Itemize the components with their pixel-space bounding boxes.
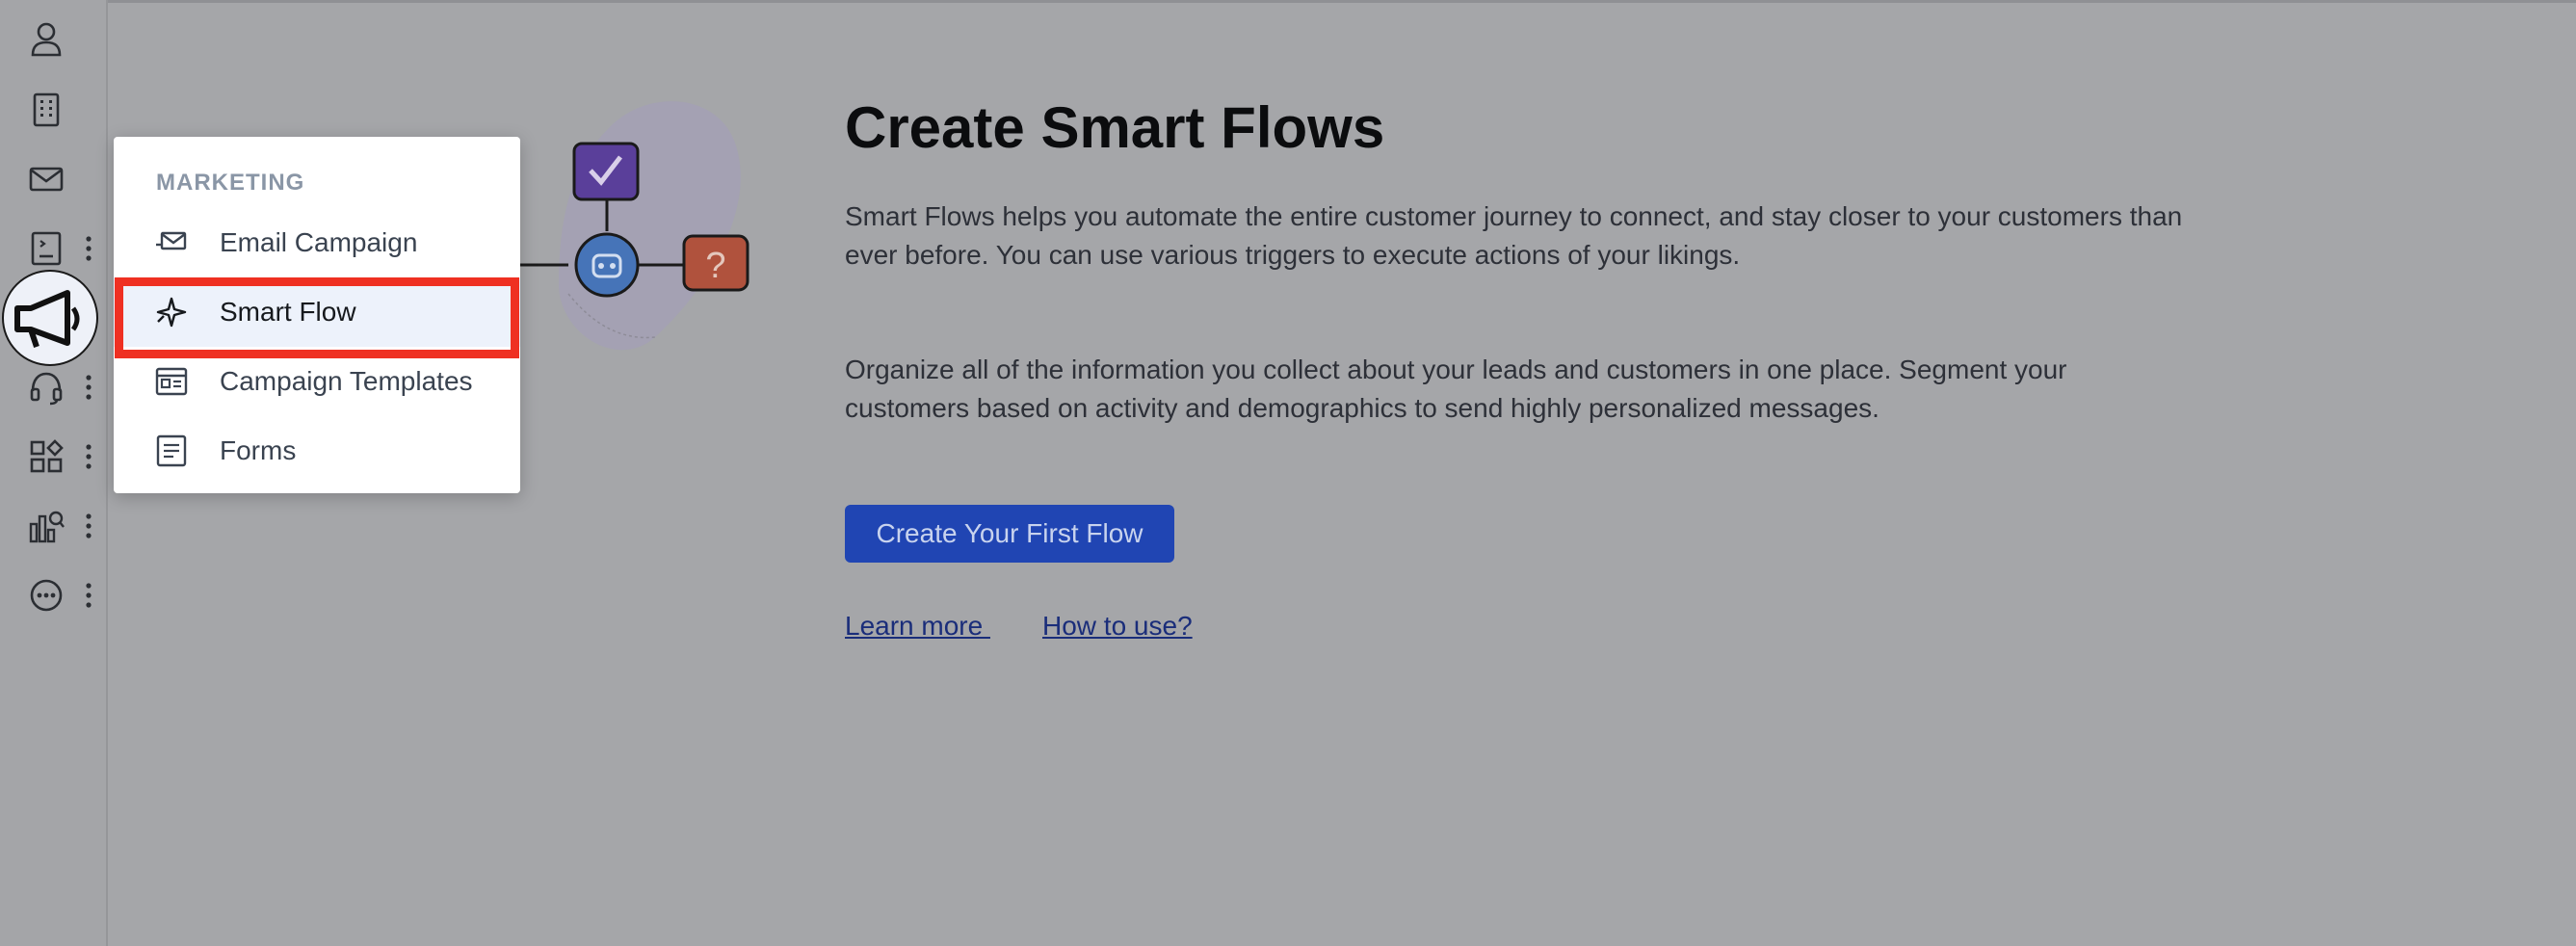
book-more-icon[interactable] — [83, 231, 94, 266]
headset-more-icon[interactable] — [83, 370, 94, 405]
description-paragraph-1: Smart Flows helps you automate the entir… — [845, 197, 2271, 275]
megaphone-icon — [14, 290, 80, 348]
analytics-more-icon[interactable] — [83, 509, 94, 543]
email-campaign-icon — [154, 225, 189, 260]
description-line: customers based on activity and demograp… — [845, 393, 1879, 423]
megaphone-button[interactable] — [2, 270, 98, 366]
headset-icon[interactable] — [27, 368, 66, 407]
menu-item-label: Campaign Templates — [220, 366, 473, 396]
more-icon[interactable] — [27, 576, 66, 615]
menu-header: MARKETING — [156, 170, 305, 196]
description-paragraph-2: Organize all of the information you coll… — [845, 351, 2271, 428]
description-line: Smart Flows helps you automate the entir… — [845, 201, 2183, 231]
how-to-use-link[interactable]: How to use? — [1042, 611, 1193, 642]
menu-item-label: Email Campaign — [220, 227, 418, 257]
description-line: Organize all of the information you coll… — [845, 355, 2067, 384]
sidebar — [0, 0, 108, 946]
building-icon[interactable] — [27, 91, 66, 129]
create-first-flow-button[interactable]: Create Your First Flow — [845, 505, 1174, 563]
learn-more-link[interactable]: Learn more — [845, 611, 990, 642]
svg-text:?: ? — [705, 246, 725, 286]
user-icon[interactable] — [27, 19, 66, 58]
smart-flow-illustration: ? — [501, 101, 749, 351]
mail-icon[interactable] — [27, 160, 66, 198]
menu-item-label: Forms — [220, 435, 297, 465]
menu-item-forms[interactable]: Forms — [114, 416, 520, 486]
page-title: Create Smart Flows — [845, 95, 1385, 160]
template-icon — [154, 364, 189, 399]
more-menu-icon[interactable] — [83, 578, 94, 613]
apps-icon[interactable] — [27, 437, 66, 476]
menu-item-email-campaign[interactable]: Email Campaign — [114, 208, 520, 277]
top-border — [106, 0, 2576, 3]
description-line: ever before. You can use various trigger… — [845, 240, 1741, 270]
smart-flow-highlight — [115, 277, 519, 358]
form-icon — [154, 434, 189, 468]
analytics-icon[interactable] — [27, 507, 66, 545]
book-icon[interactable] — [27, 229, 66, 268]
apps-more-icon[interactable] — [83, 439, 94, 474]
